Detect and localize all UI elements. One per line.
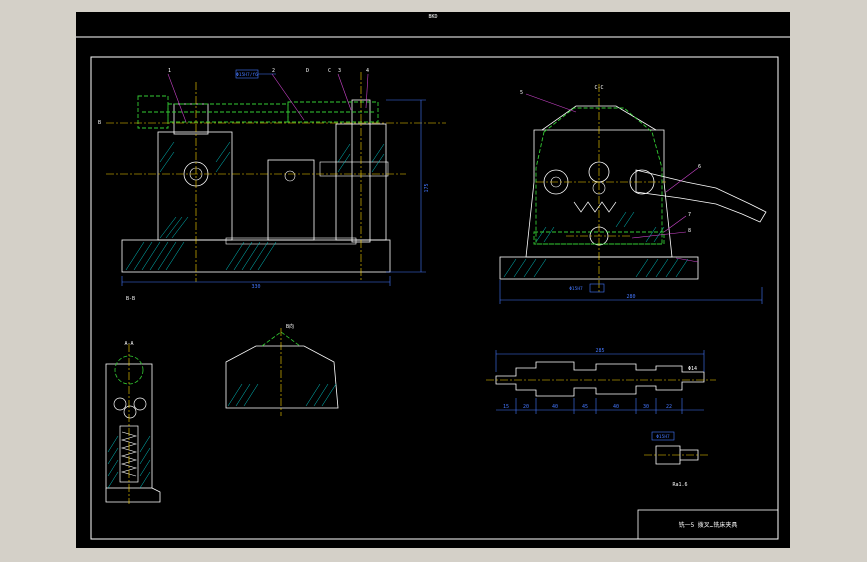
detail-view-label: B向	[286, 323, 294, 330]
main-centerlines	[106, 72, 446, 282]
dim-height: 175	[424, 183, 430, 192]
leader-4: 4	[366, 68, 369, 74]
clamp-handle	[635, 169, 767, 223]
shaft-seg-1: 15	[503, 404, 509, 410]
shaft-outline	[495, 361, 705, 397]
side-section-label: C-C	[594, 85, 603, 91]
shaft-view: 285 15 20 40 45 40 30 22 Φ14	[486, 348, 716, 414]
section-view: A-A	[105, 341, 161, 504]
base-hatch	[125, 241, 277, 271]
shaft-seg-5: 40	[613, 404, 619, 410]
small-part-label: Φ15H7	[656, 434, 670, 440]
main-leaders	[167, 73, 369, 123]
side-view: 280 Φ15H7 C-C 5 6 7 8	[499, 84, 767, 304]
shaft-end-label: Φ14	[688, 366, 697, 372]
section-label-bottom: B-B	[126, 296, 135, 302]
shaft-seg-4: 45	[582, 404, 588, 410]
left-column-hatch	[159, 141, 231, 239]
base-plate	[121, 239, 391, 273]
side-base-hatch	[503, 258, 689, 278]
section-mark-d-top: D	[306, 68, 309, 74]
dim-total-length: 330	[251, 284, 260, 290]
leader-7: 7	[688, 212, 691, 218]
leader-5: 5	[520, 90, 523, 96]
window-title: BKD	[428, 14, 437, 20]
shaft-seg-3: 40	[552, 404, 558, 410]
shaft-total: 285	[595, 348, 604, 354]
middle-block	[267, 159, 315, 241]
leader-2: 2	[272, 68, 275, 74]
side-dim-fit: Φ15H7	[569, 286, 583, 292]
shaft-seg-6: 30	[643, 404, 649, 410]
section-mark-c-top: C	[328, 68, 331, 74]
shaft-seg-2: 20	[523, 404, 529, 410]
detail-body	[225, 345, 339, 409]
title-block-text: 铣一5 拨叉…铣床夹具	[679, 521, 738, 529]
leader-3: 3	[338, 68, 341, 74]
small-part-caption: Ra1.6	[672, 482, 687, 488]
main-view: 330 175 Φ15H7/f6 1 2 3 4 B D C B-B	[98, 68, 446, 302]
section-mark-b: B	[98, 120, 101, 126]
detail-view: B向	[225, 323, 339, 416]
side-dim-width: 280	[626, 294, 635, 300]
shaft-seg-7: 22	[666, 404, 672, 410]
drawing-viewport[interactable]: BKD 330 175 Φ15H7/f6 1 2 3 4 B D C B-B 2…	[76, 12, 790, 548]
small-part-view: Φ15H7 Ra1.6	[644, 431, 708, 488]
cad-drawing: BKD 330 175 Φ15H7/f6 1 2 3 4 B D C B-B 2…	[76, 14, 790, 540]
drawing-frame	[90, 56, 779, 540]
leader-1: 1	[168, 68, 171, 74]
dim-fit: Φ15H7/f6	[236, 72, 258, 78]
leader-8: 8	[688, 228, 691, 234]
section-view-label: A-A	[124, 341, 133, 347]
leader-6: 6	[698, 164, 701, 170]
